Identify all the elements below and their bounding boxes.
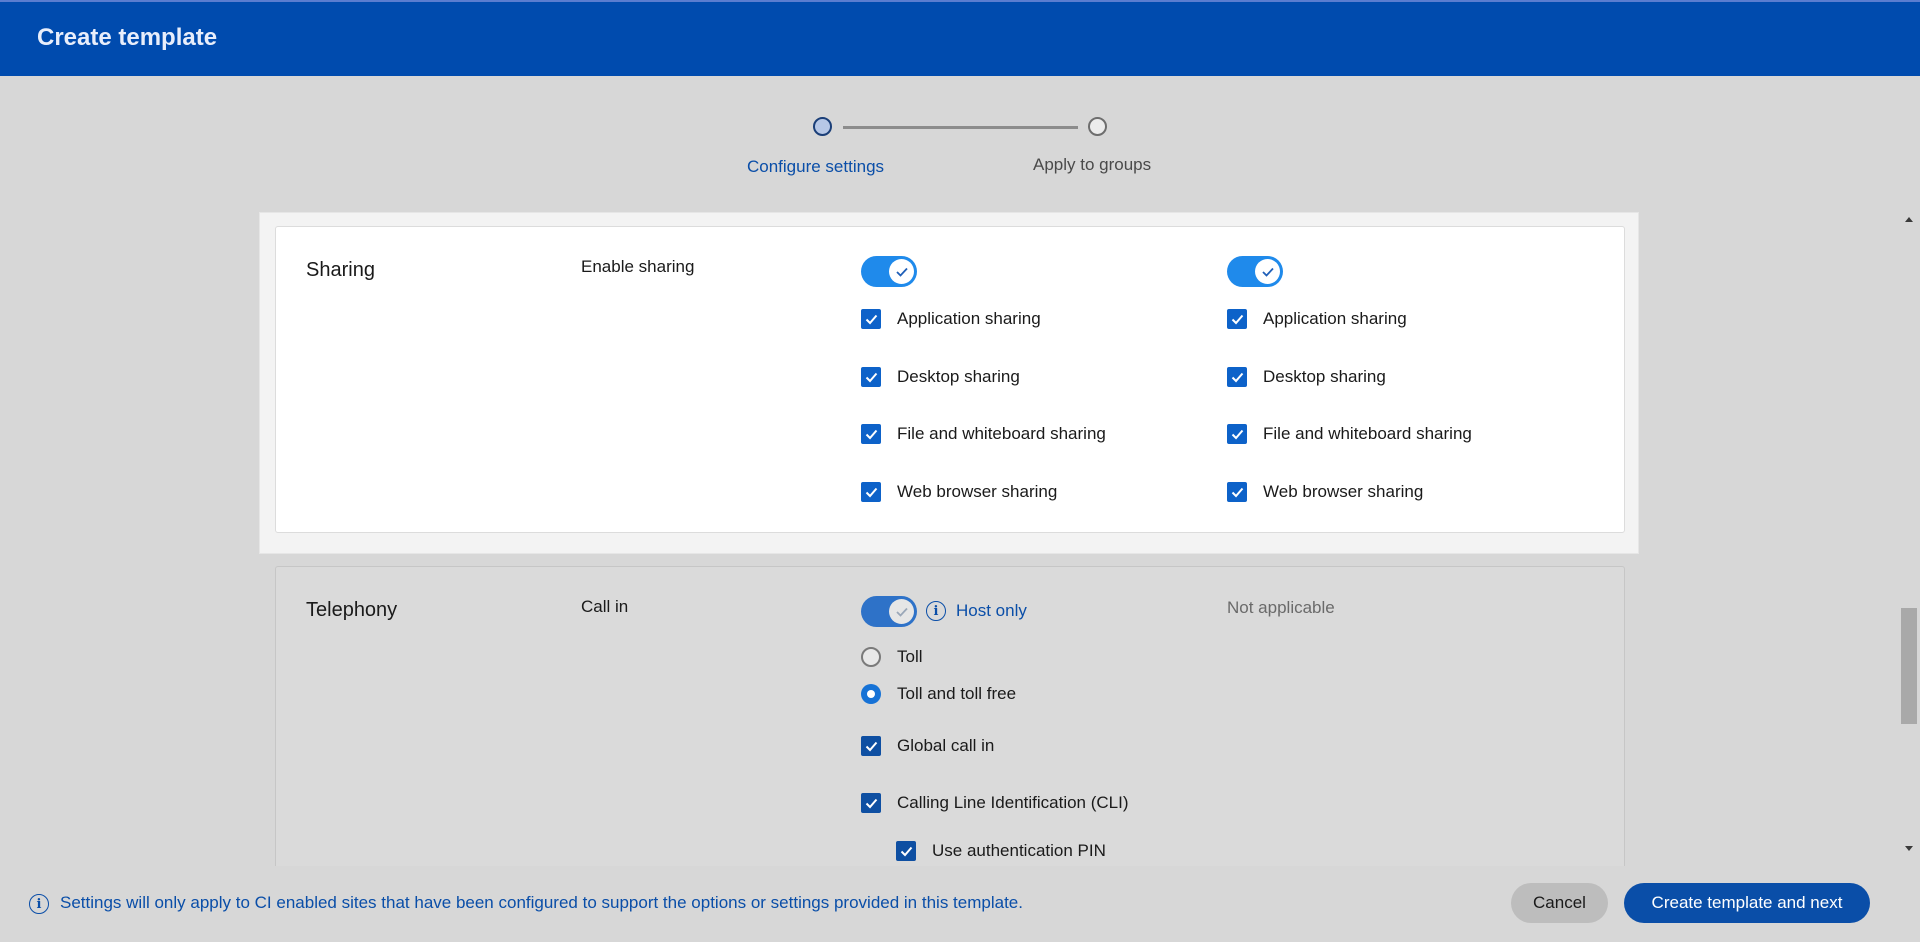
checkbox[interactable]: [861, 367, 881, 387]
enable-sharing-toggle-1[interactable]: [861, 256, 917, 287]
application-sharing-option-2[interactable]: Application sharing: [1227, 307, 1407, 331]
check-icon: [1261, 267, 1274, 277]
desktop-sharing-option-1[interactable]: Desktop sharing: [861, 365, 1020, 389]
option-label: File and whiteboard sharing: [897, 424, 1106, 443]
option-label: Global call in: [897, 736, 995, 755]
radio-button[interactable]: [861, 684, 881, 704]
web-browser-sharing-option-2[interactable]: Web browser sharing: [1227, 480, 1423, 504]
toll-radio-option[interactable]: Toll: [861, 645, 923, 669]
checkbox[interactable]: [861, 793, 881, 813]
option-label: Toll: [897, 647, 923, 666]
footer-bar: i Settings will only apply to CI enabled…: [0, 866, 1920, 942]
host-only-label: Host only: [956, 601, 1027, 620]
settings-scroll-area[interactable]: Sharing Enable sharing Application shari…: [0, 210, 1920, 866]
option-label: Desktop sharing: [897, 367, 1020, 386]
create-template-and-next-button[interactable]: Create template and next: [1624, 883, 1870, 923]
check-icon: [1231, 372, 1243, 382]
sharing-section-title: Sharing: [306, 259, 375, 281]
check-icon: [865, 487, 877, 497]
step-1-label[interactable]: Configure settings: [747, 157, 884, 177]
option-label: Desktop sharing: [1263, 367, 1386, 386]
scroll-thumb[interactable]: [1901, 608, 1917, 724]
check-icon: [865, 798, 877, 808]
header-bar: Create template: [0, 0, 1920, 76]
not-applicable-text: Not applicable: [1227, 598, 1335, 617]
info-icon: i: [29, 894, 49, 914]
checkbox[interactable]: [1227, 367, 1247, 387]
step-2-indicator[interactable]: [1088, 117, 1107, 136]
step-1-indicator[interactable]: [813, 117, 832, 136]
check-icon: [1231, 429, 1243, 439]
call-in-label: Call in: [581, 597, 629, 616]
web-browser-sharing-option-1[interactable]: Web browser sharing: [861, 480, 1057, 504]
footer-note: Settings will only apply to CI enabled s…: [60, 893, 1023, 912]
desktop-sharing-option-2[interactable]: Desktop sharing: [1227, 365, 1386, 389]
check-icon: [865, 314, 877, 324]
checkbox[interactable]: [1227, 424, 1247, 444]
check-icon: [1231, 314, 1243, 324]
step-2-label[interactable]: Apply to groups: [1033, 155, 1151, 175]
toggle-knob: [1255, 259, 1280, 284]
vertical-scrollbar[interactable]: [1899, 210, 1920, 862]
check-icon: [895, 607, 908, 617]
telephony-section-title: Telephony: [306, 599, 398, 621]
option-label: Toll and toll free: [897, 684, 1017, 703]
check-icon: [895, 267, 908, 277]
checkbox[interactable]: [861, 736, 881, 756]
page-title: Create template: [37, 24, 218, 51]
file-whiteboard-sharing-option-1[interactable]: File and whiteboard sharing: [861, 422, 1106, 446]
telephony-card: Telephony Call in i Host only Toll Toll …: [275, 566, 1625, 866]
info-icon[interactable]: i: [926, 601, 946, 621]
checkbox[interactable]: [861, 424, 881, 444]
cancel-button[interactable]: Cancel: [1511, 883, 1608, 923]
call-in-toggle[interactable]: [861, 596, 917, 627]
checkbox[interactable]: [896, 841, 916, 861]
option-label: File and whiteboard sharing: [1263, 424, 1472, 443]
option-label: Application sharing: [897, 309, 1041, 328]
checkbox[interactable]: [861, 482, 881, 502]
check-icon: [865, 372, 877, 382]
enable-sharing-toggle-2[interactable]: [1227, 256, 1283, 287]
check-icon: [865, 741, 877, 751]
checkbox[interactable]: [1227, 309, 1247, 329]
step-connector: [843, 126, 1078, 129]
stepper: Configure settings Apply to groups: [0, 76, 1920, 206]
toggle-knob: [889, 599, 914, 624]
sharing-card: Sharing Enable sharing Application shari…: [275, 226, 1625, 533]
check-icon: [1231, 487, 1243, 497]
radio-button[interactable]: [861, 647, 881, 667]
application-sharing-option-1[interactable]: Application sharing: [861, 307, 1041, 331]
toll-and-toll-free-radio-option[interactable]: Toll and toll free: [861, 682, 1016, 706]
scroll-down-arrow-icon[interactable]: [1905, 846, 1913, 851]
check-icon: [865, 429, 877, 439]
option-label: Web browser sharing: [1263, 482, 1424, 501]
global-call-in-option[interactable]: Global call in: [861, 734, 994, 758]
use-authentication-pin-option[interactable]: Use authentication PIN: [896, 839, 1106, 863]
toggle-knob: [889, 259, 914, 284]
option-label: Use authentication PIN: [932, 841, 1106, 860]
cli-option[interactable]: Calling Line Identification (CLI): [861, 791, 1129, 815]
checkbox[interactable]: [1227, 482, 1247, 502]
option-label: Calling Line Identification (CLI): [897, 793, 1129, 812]
checkbox[interactable]: [861, 309, 881, 329]
option-label: Application sharing: [1263, 309, 1407, 328]
scroll-up-arrow-icon[interactable]: [1905, 217, 1913, 222]
option-label: Web browser sharing: [897, 482, 1058, 501]
file-whiteboard-sharing-option-2[interactable]: File and whiteboard sharing: [1227, 422, 1472, 446]
enable-sharing-label: Enable sharing: [581, 257, 695, 276]
check-icon: [900, 846, 912, 856]
